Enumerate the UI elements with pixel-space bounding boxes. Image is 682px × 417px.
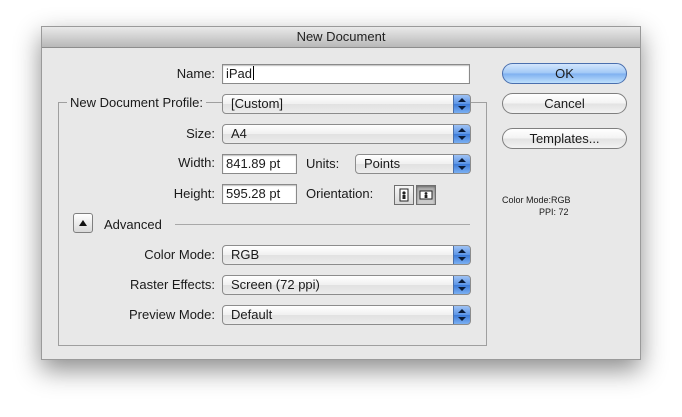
size-label: Size:	[186, 126, 215, 141]
profile-label: New Document Profile:	[70, 95, 203, 110]
portrait-orientation-button[interactable]	[394, 185, 414, 205]
name-value: iPad	[226, 66, 253, 81]
name-label: Name:	[176, 66, 215, 81]
raster-effects-select-value: Screen (72 ppi)	[231, 277, 320, 292]
chevron-up-down-icon	[453, 306, 470, 324]
units-label: Units:	[306, 156, 340, 171]
landscape-orientation-icon	[419, 190, 433, 200]
profile-label-container: New Document Profile:	[67, 93, 206, 113]
preview-mode-select[interactable]: Default	[222, 305, 471, 325]
raster-effects-select[interactable]: Screen (72 ppi)	[222, 275, 471, 295]
color-mode-label: Color Mode:	[144, 247, 215, 262]
units-select-value: Points	[364, 156, 401, 171]
text-caret	[253, 66, 255, 80]
width-label: Width:	[178, 155, 215, 170]
preview-mode-select-value: Default	[231, 307, 273, 322]
units-select[interactable]: Points	[355, 154, 471, 174]
cancel-button[interactable]: Cancel	[502, 93, 627, 114]
chevron-up-down-icon	[453, 95, 470, 113]
chevron-up-down-icon	[453, 276, 470, 294]
window-title: New Document	[42, 27, 640, 48]
width-field[interactable]: 841.89 pt	[222, 154, 297, 174]
profile-select-value: [Custom]	[231, 96, 284, 111]
raster-effects-label: Raster Effects:	[129, 277, 215, 292]
landscape-orientation-button[interactable]	[416, 185, 436, 205]
preview-mode-label: Preview Mode:	[129, 307, 215, 322]
advanced-label: Advanced	[104, 217, 162, 232]
ppi-info: PPI: 72	[539, 207, 569, 217]
portrait-orientation-icon	[399, 188, 409, 202]
profile-select[interactable]: [Custom]	[222, 94, 471, 114]
advanced-disclosure-button[interactable]	[73, 213, 93, 233]
ok-button[interactable]: OK	[502, 63, 627, 84]
templates-button[interactable]: Templates...	[502, 128, 627, 149]
color-mode-info: Color Mode:RGB	[502, 195, 571, 205]
chevron-up-down-icon	[453, 155, 470, 173]
height-label: Height:	[173, 186, 215, 201]
color-mode-select[interactable]: RGB	[222, 245, 471, 265]
name-field[interactable]: iPad	[222, 64, 470, 84]
orientation-label: Orientation:	[306, 186, 374, 201]
size-select-value: A4	[231, 126, 247, 141]
chevron-up-down-icon	[453, 246, 470, 264]
advanced-divider	[175, 224, 470, 225]
size-select[interactable]: A4	[222, 124, 471, 144]
color-mode-select-value: RGB	[231, 247, 260, 262]
height-field[interactable]: 595.28 pt	[222, 184, 297, 204]
new-document-dialog: New Document Name: iPad New Document Pro…	[41, 26, 641, 360]
chevron-up-down-icon	[453, 125, 470, 143]
